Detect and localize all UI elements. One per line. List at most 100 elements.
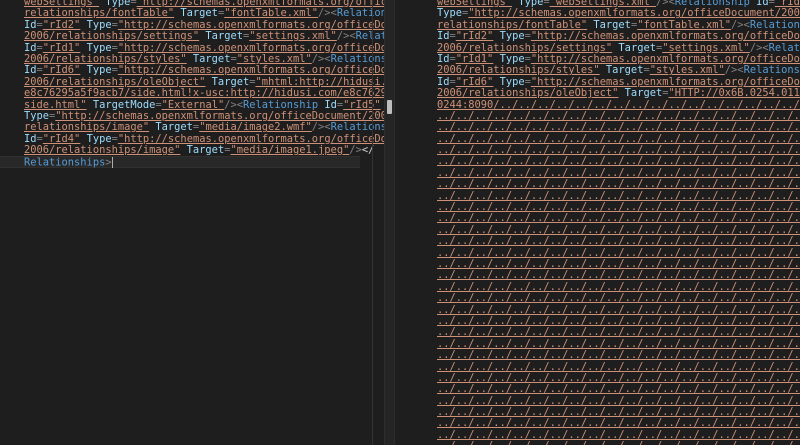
code-token: "External" [161, 98, 225, 111]
code-token: "rId6" [42, 64, 81, 77]
code-token: "rId5" [343, 98, 381, 111]
right-code-area[interactable]: webSettings" Type="webSettings.xml"/><Re… [437, 0, 800, 445]
code-token: "rId1" [42, 41, 81, 54]
code-token: 2006/relationships/settings" [437, 41, 613, 54]
code-token: ../../../../../../../../../../../../../.… [437, 212, 800, 225]
code-token: Relationship [330, 52, 384, 65]
code-token: "styles.xml" [236, 52, 312, 65]
code-token: ../../../../../../../../../../../../../.… [437, 189, 800, 202]
code-token: relationships/fontTable" [24, 7, 175, 20]
code-token: Id [318, 98, 337, 111]
code-token: "http://schemas.openxmlformats.org/offic… [530, 30, 800, 43]
code-token: Id [437, 52, 450, 65]
code-token: "settings.xml" [662, 41, 750, 54]
code-token: "http://schemas.openxmlformats.org/offic… [468, 7, 800, 20]
code-token: Type [80, 132, 112, 145]
code-token: Type [493, 30, 525, 43]
code-token: side.html" [24, 98, 87, 111]
code-token: "http://schemas.openxmlformats.org/offic… [117, 18, 384, 31]
code-token: "http://schemas.openxmlformats.org/offic… [117, 132, 384, 145]
code-token: ../../../../../../../../../../../../../.… [437, 223, 800, 236]
code-token: Type [437, 7, 463, 20]
code-line-traversal: ../../../../../../../../../../../../../.… [437, 441, 800, 445]
code-token: Relationship [743, 64, 800, 77]
code-token: Relationship [243, 98, 319, 111]
code-token: "styles.xml" [649, 64, 725, 77]
code-token: ../../../../../../../../../../../../../.… [437, 292, 800, 305]
code-token: ../../../../../../../../../../../../../.… [437, 235, 800, 248]
code-token: ../../../../../../../../../../../../../.… [437, 406, 800, 419]
code-token: ../../../../../../../../../../../../../.… [437, 371, 800, 384]
code-token: Relationships [24, 156, 106, 169]
code-token: relationships/fontTable" [437, 18, 588, 31]
code-token: "settings.xml" [249, 30, 337, 43]
left-editor-pane[interactable]: webSettings" Type="http://schemas.openxm… [0, 0, 384, 445]
code-token: "HTTP://0x6B.0254.0113. [668, 87, 800, 100]
code-token: "rId1" [455, 52, 494, 65]
code-token: 2006/relationships/styles" [437, 64, 600, 77]
code-token: Id [24, 64, 37, 77]
code-token: "http://schemas.openxmlformats.org/offic… [117, 41, 384, 54]
text-cursor [111, 157, 113, 169]
code-token: Target [149, 121, 193, 134]
code-token: Relationship [355, 30, 384, 43]
code-token: Target [587, 18, 631, 31]
code-token: "media/image2.wmf" [199, 121, 312, 134]
code-token: 2006/relationships/settings" [24, 30, 200, 43]
code-token: />< [724, 64, 744, 77]
code-token: Id [24, 132, 37, 145]
code-token: Id [24, 41, 37, 54]
divider-grip-handle[interactable] [387, 100, 392, 114]
code-token: "rId2" [455, 30, 494, 43]
code-token: ../../../../../../../../../../../../../.… [437, 257, 800, 270]
code-token: "media/image1.jpeg" [230, 144, 350, 157]
code-token: Target [618, 87, 663, 100]
code-token: TargetMode [86, 98, 156, 111]
code-token: "mhtml:http://hidusi.com/ [255, 75, 384, 88]
code-token: ../../../../../../../../../../../../../.… [437, 394, 800, 407]
code-token: Relationship [768, 41, 800, 54]
code-token: ../../../../../../../../../../../../../.… [437, 121, 800, 134]
code-token: "rId2" [42, 18, 81, 31]
right-editor-pane[interactable]: webSettings" Type="webSettings.xml"/><Re… [395, 0, 800, 445]
code-token: ../../../../../../../../../../../../../.… [437, 132, 800, 145]
code-token: ../../../../../../../../../../../../../.… [437, 326, 800, 339]
left-ruler [372, 0, 373, 445]
code-token: e8c76295a5f9acb7/side.html!x-usc:http://… [24, 87, 384, 100]
code-token: 0244:8090/../../../../../../../../../../… [437, 98, 800, 111]
code-token: ../../../../../../../../../../../../../.… [437, 144, 800, 157]
code-token: ../../../../../../../../../../../../../.… [437, 349, 800, 362]
code-token: />< [318, 7, 337, 20]
code-token: ../../../../../../../../../../../../../.… [437, 314, 800, 327]
code-token: ../../../../../../../../../../../../../.… [437, 201, 800, 214]
code-token: Id [24, 18, 37, 31]
code-token: ../../../../../../../../../../../../../.… [437, 178, 800, 191]
code-token: ../../../../../../../../../../../../../.… [437, 383, 800, 396]
code-token: ../../../../../../../../../../../../../.… [437, 109, 800, 122]
code-token: "http://schemas.openxmlformats.org/offic… [530, 75, 800, 88]
code-token: Relationship [749, 18, 800, 31]
code-line: 2006/relationships/image" Target="media/… [24, 144, 384, 157]
code-token: Id [437, 30, 450, 43]
code-token: /> [349, 144, 362, 157]
code-token: Type [493, 75, 525, 88]
code-token: ../../../../../../../../../../../../../.… [437, 360, 800, 373]
code-token: ../../../../../../../../../../../../../.… [437, 166, 800, 179]
code-token: ../../../../../../../../../../../../../.… [437, 246, 800, 259]
code-token: Type [493, 52, 525, 65]
code-token: Type [24, 109, 50, 122]
code-token: Target [180, 144, 225, 157]
code-token: ../../../../../../../../../../../../../.… [437, 155, 800, 168]
code-token: "http://schemas.openxmlformats.org/offic… [117, 64, 384, 77]
code-token: Target [186, 52, 231, 65]
code-token: "http://schemas.openxmlformats.org/offic… [530, 52, 800, 65]
code-line: Relationships> [0, 156, 360, 169]
code-token: ../../../../../../../../../../../../../.… [437, 428, 800, 441]
code-token: Target [612, 41, 656, 54]
code-token: />< [224, 98, 243, 111]
split-divider[interactable] [384, 0, 395, 445]
code-token: Target [199, 30, 243, 43]
code-token: "http://schemas.openxmlformats.org/offic… [55, 109, 384, 122]
left-code-area[interactable]: webSettings" Type="http://schemas.openxm… [0, 0, 384, 169]
code-token: Target [174, 7, 218, 20]
